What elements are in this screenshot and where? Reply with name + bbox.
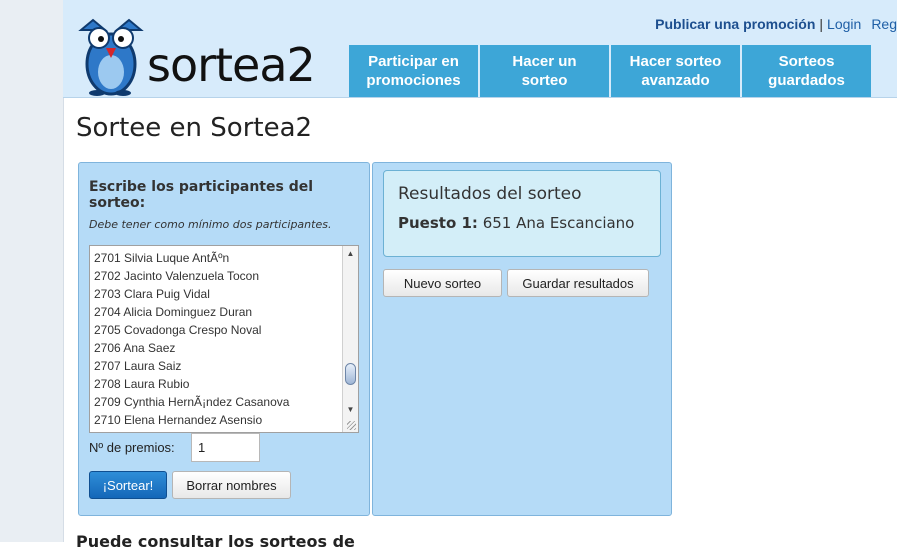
nav-tab-line: Hacer sorteo [629, 53, 722, 70]
nav-tab-participar[interactable]: Participar en promociones [349, 45, 478, 97]
nav-tab-line: guardados [768, 72, 845, 89]
participant-line: 2702 Jacinto Valenzuela Tocon [94, 269, 260, 283]
winner-line: Puesto 1: 651 Ana Escanciano [398, 214, 634, 232]
participant-line: 2705 Covadonga Crespo Noval [94, 323, 262, 337]
participant-line: 2709 Cynthia HernÃ¡ndez Casanova [94, 395, 290, 409]
login-link[interactable]: Login [827, 16, 861, 32]
register-link[interactable]: Reg [871, 16, 897, 32]
participant-line: 2706 Ana Saez [94, 341, 176, 355]
top-links: Publicar una promoción | Login Reg [655, 16, 897, 32]
winner-label: Puesto 1: [398, 214, 478, 232]
nav-tab-sorteo-avanzado[interactable]: Hacer sorteo avanzado [611, 45, 740, 97]
participants-list: 2701 Silvia Luque AntÃºn 2702 Jacinto Va… [94, 249, 289, 429]
left-margin-strip [0, 0, 64, 542]
bird-mascot-icon [78, 18, 144, 96]
participants-heading: Escribe los participantes del sorteo: [89, 179, 314, 211]
draw-button[interactable]: ¡Sortear! [89, 471, 167, 499]
nav-tab-sorteos-guardados[interactable]: Sorteos guardados [742, 45, 871, 97]
prize-count-input[interactable]: 1 [191, 433, 260, 462]
link-separator: | [819, 16, 824, 32]
new-draw-button[interactable]: Nuevo sorteo [383, 269, 502, 297]
nav-tab-line: avanzado [641, 72, 710, 89]
participant-line: 2704 Alicia Dominguez Duran [94, 305, 253, 319]
logo-text: sortea2 [147, 38, 316, 92]
nav-tab-hacer-sorteo[interactable]: Hacer un sorteo [480, 45, 609, 97]
scroll-down-icon[interactable]: ▼ [345, 404, 356, 416]
publish-promotion-link[interactable]: Publicar una promoción [655, 16, 815, 32]
participants-panel: Escribe los participantes del sorteo: De… [78, 162, 370, 516]
participants-textarea[interactable]: 2701 Silvia Luque AntÃºn 2702 Jacinto Va… [89, 245, 359, 433]
logo[interactable]: sortea2 [75, 18, 335, 98]
participant-line: 2703 Clara Puig Vidal [94, 287, 210, 301]
participant-line: 2710 Elena Hernandez Asensio [94, 413, 263, 427]
participant-line: 2707 Laura Saiz [94, 359, 182, 373]
nav-tab-line: Sorteos [778, 53, 835, 70]
scroll-thumb[interactable] [345, 363, 356, 385]
scroll-up-icon[interactable]: ▲ [345, 248, 356, 260]
nav-tab-line: sorteo [521, 72, 568, 89]
page-title: Sortee en Sortea2 [76, 113, 313, 143]
save-results-button[interactable]: Guardar resultados [507, 269, 649, 297]
clear-names-button[interactable]: Borrar nombres [172, 471, 291, 499]
participant-line: 2701 Silvia Luque AntÃºn [94, 251, 230, 265]
participant-line: 2708 Laura Rubio [94, 377, 190, 391]
resize-grip-icon[interactable] [347, 421, 356, 430]
winner-value: 651 Ana Escanciano [482, 214, 635, 232]
textarea-scrollbar[interactable]: ▲ ▼ [342, 246, 358, 432]
participants-note: Debe tener como mínimo dos participantes… [89, 218, 332, 231]
prize-count-label: Nº de premios: [89, 440, 175, 455]
nav-tab-line: promociones [366, 72, 461, 89]
results-panel: Resultados del sorteo Puesto 1: 651 Ana … [372, 162, 672, 516]
results-heading: Resultados del sorteo [398, 184, 582, 204]
nav-tab-line: Hacer un [512, 53, 577, 70]
nav-tab-line: Participar en [368, 53, 459, 70]
results-box: Resultados del sorteo Puesto 1: 651 Ana … [383, 170, 661, 257]
